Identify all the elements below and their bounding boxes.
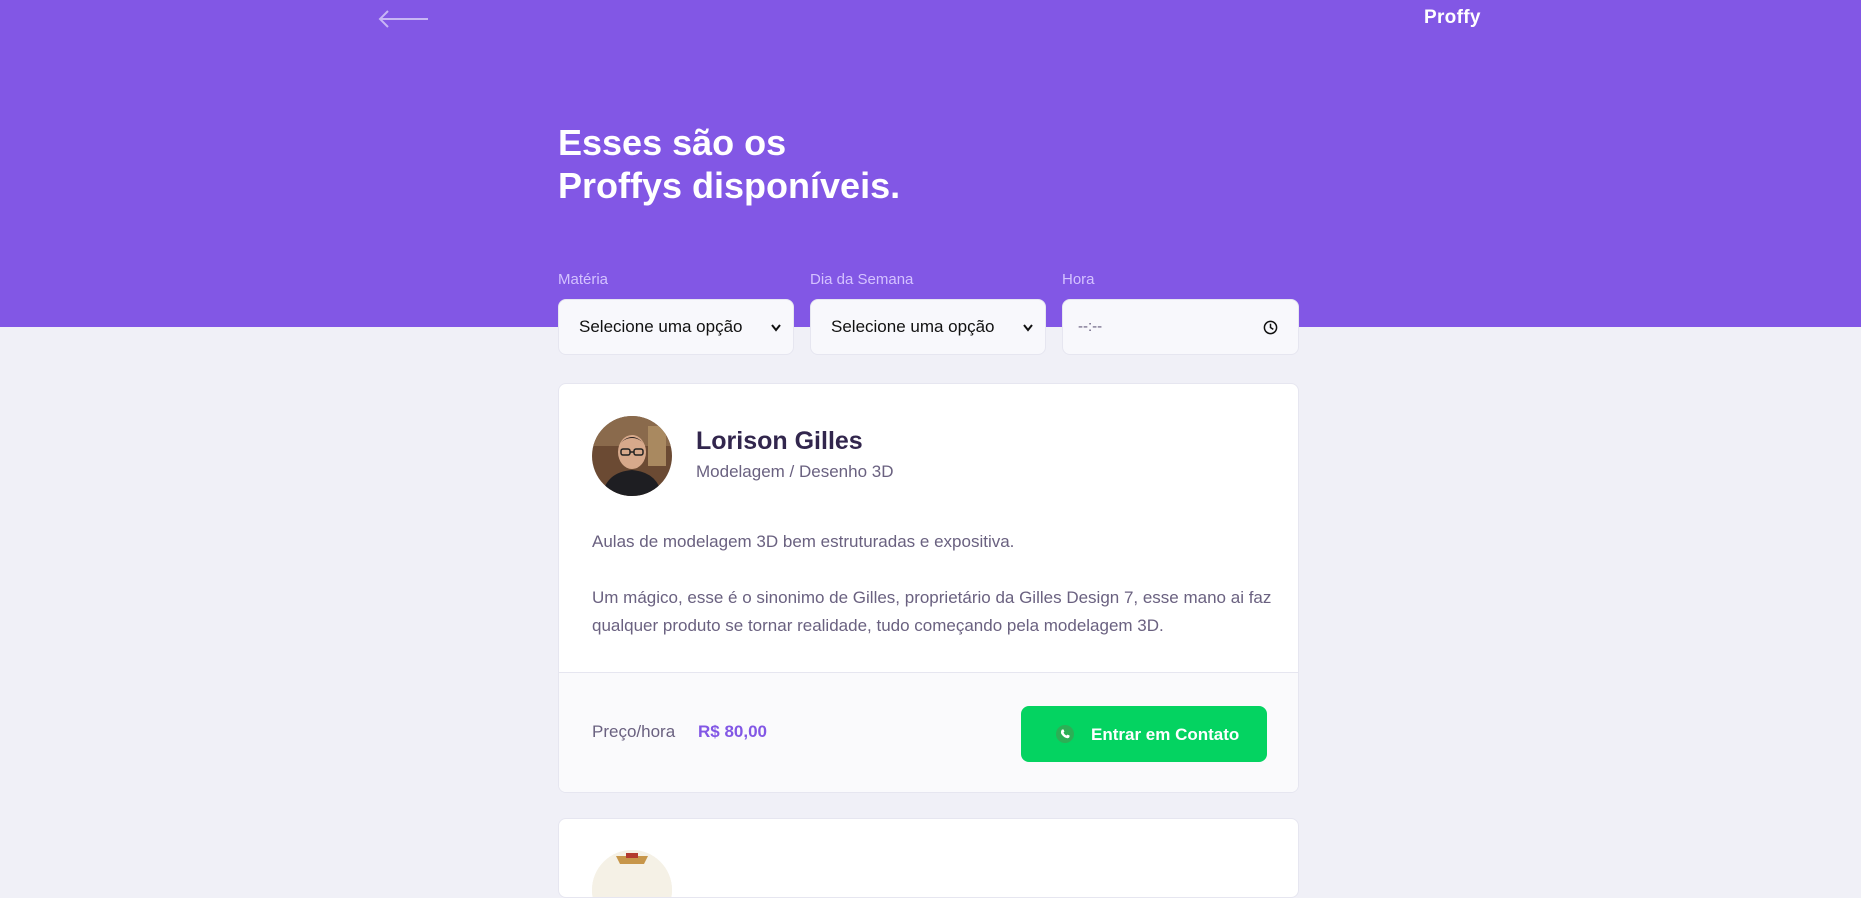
time-label: Hora [1062, 271, 1095, 288]
avatar [592, 850, 672, 897]
price-label: Preço/hora [592, 722, 676, 741]
teacher-card [558, 818, 1299, 898]
teacher-subject: Modelagem / Desenho 3D [696, 462, 894, 481]
weekday-select[interactable]: Selecione uma opção [810, 299, 1046, 355]
clock-icon[interactable] [1263, 320, 1278, 335]
whatsapp-icon [1056, 725, 1074, 743]
page-header: Proffy Esses são os Proffys disponíveis.… [0, 0, 1861, 355]
back-button[interactable] [378, 8, 430, 30]
avatar [592, 416, 672, 496]
subject-select-value: Selecione uma opção [579, 317, 743, 336]
price-value: R$ 80,00 [698, 722, 767, 741]
weekday-label: Dia da Semana [810, 271, 914, 288]
logo: Proffy [1424, 7, 1481, 28]
teacher-card-footer: Preço/hora R$ 80,00 Entrar em Contato [559, 672, 1298, 792]
weekday-select-value: Selecione uma opção [831, 317, 995, 336]
top-bar: Proffy [0, 0, 1861, 40]
contact-button[interactable]: Entrar em Contato [1021, 706, 1267, 762]
arrow-left-icon [378, 10, 428, 28]
page-title: Esses são os Proffys disponíveis. [558, 121, 978, 207]
subject-select[interactable]: Selecione uma opção [558, 299, 794, 355]
chevron-down-icon [771, 324, 781, 332]
teacher-bio-paragraph-1: Aulas de modelagem 3D bem estruturadas e… [592, 532, 1015, 551]
subject-label: Matéria [558, 271, 609, 288]
chevron-down-icon [1023, 324, 1033, 332]
time-input[interactable]: --:-- [1062, 299, 1299, 355]
teacher-bio-paragraph-2: Um mágico, esse é o sinonimo de Gilles, … [592, 588, 1272, 635]
page-title-line-2: Proffys disponíveis. [558, 165, 901, 206]
teacher-card: Lorison Gilles Modelagem / Desenho 3D Au… [558, 383, 1299, 793]
contact-button-label: Entrar em Contato [1091, 725, 1240, 744]
teacher-name: Lorison Gilles [696, 427, 863, 455]
teacher-bio: Aulas de modelagem 3D bem estruturadas e… [592, 528, 1272, 640]
time-input-value: --:-- [1078, 318, 1103, 335]
page-title-line-1: Esses são os [558, 122, 787, 163]
